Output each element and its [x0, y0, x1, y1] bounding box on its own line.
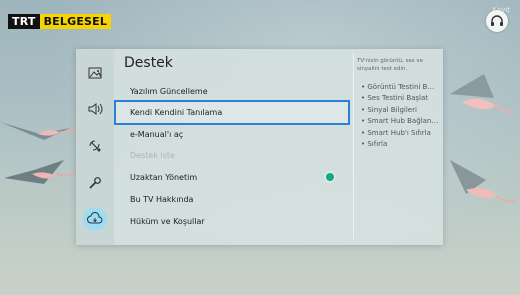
menu-item-terms-conditions[interactable]: Hüküm ve Koşullar: [130, 217, 205, 226]
channel-logo-part2: BELGESEL: [39, 14, 112, 29]
sub-item-label: Sinyal Bilgileri: [367, 106, 417, 114]
sub-item-signal-info: • Sinyal Bilgileri: [361, 106, 417, 114]
menu-item-self-diagnosis[interactable]: Kendi Kendini Tanılama: [130, 108, 222, 117]
support-icon: [87, 212, 103, 224]
sub-item-label: Smart Hub'ı Sıfırla: [367, 129, 431, 137]
sub-item-label: Ses Testini Başlat: [367, 94, 429, 102]
sub-item-sound-test: • Ses Testini Başlat: [361, 94, 429, 102]
category-rail: [76, 49, 114, 245]
rail-picture[interactable]: [83, 61, 107, 85]
sub-item-reset: • Sıfırla: [361, 140, 388, 148]
channel-logo: TRT BELGESEL: [8, 14, 112, 29]
menu-item-request-support: Destek iste: [130, 151, 175, 160]
flamingo-left-bottom: [4, 160, 77, 184]
rail-broadcasting[interactable]: [83, 134, 107, 158]
channel-logo-part1: TRT: [8, 14, 40, 29]
rail-support[interactable]: [83, 207, 107, 231]
settings-panel: Destek Yazılım Güncelleme Kendi Kendini …: [76, 49, 443, 245]
sub-item-smart-hub-connection: • Smart Hub Bağlan…: [361, 117, 439, 125]
sub-item-picture-test: • Görüntü Testini B…: [361, 83, 435, 91]
menu-item-remote-management[interactable]: Uzaktan Yönetim: [130, 173, 197, 182]
rail-general[interactable]: [83, 171, 107, 195]
sub-item-label: Smart Hub Bağlan…: [367, 117, 439, 125]
headset-button[interactable]: [486, 10, 508, 32]
menu-item-software-update[interactable]: Yazılım Güncelleme: [130, 87, 208, 96]
sub-item-label: Görüntü Testini B…: [367, 83, 435, 91]
headset-icon: [491, 15, 503, 26]
menu-item-open-e-manual[interactable]: e-Manual'ı aç: [130, 130, 183, 139]
item-description: TV'nizin görüntü, ses ve sinyalini test …: [357, 58, 424, 72]
general-icon: [89, 177, 101, 189]
flamingo-right-top: [450, 74, 515, 114]
menu-item-about-tv[interactable]: Bu TV Hakkında: [130, 195, 193, 204]
sub-item-smart-hub-reset: • Smart Hub'ı Sıfırla: [361, 129, 431, 137]
panel-divider: [353, 53, 354, 239]
flamingo-right-bottom: [450, 160, 517, 203]
picture-icon: [88, 67, 102, 79]
panel-title: Destek: [124, 55, 173, 71]
sound-icon: [88, 103, 103, 115]
rail-sound[interactable]: [83, 97, 107, 121]
sub-item-label: Sıfırla: [367, 140, 388, 148]
remote-management-toggle[interactable]: [326, 173, 334, 181]
broadcasting-icon: [89, 140, 101, 152]
